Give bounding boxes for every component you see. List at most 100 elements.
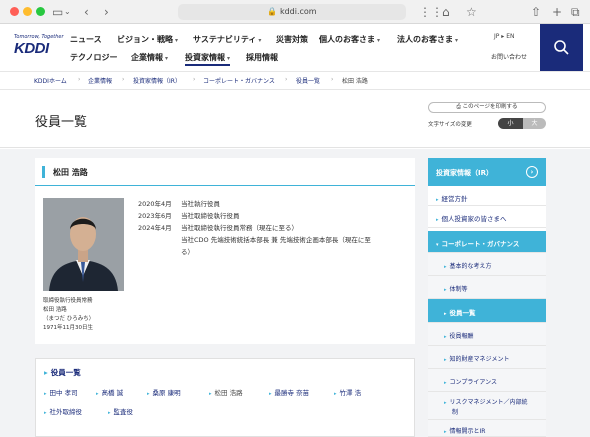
chevron-right-icon: ▸ <box>444 334 447 340</box>
sidebar-subitem-compensation[interactable]: ▸ 役員報酬 <box>428 323 546 346</box>
caption-title: 取締役執行役員常務 <box>43 298 93 304</box>
sidebar-subitem-ip[interactable]: ▸ 知的財産マネジメント <box>428 346 546 369</box>
history-text: 当社執行役員 <box>181 200 220 208</box>
address-bar[interactable]: 🔒 kddi.com <box>178 4 406 20</box>
share-icon[interactable]: ⇧ <box>531 3 541 21</box>
officer-list-title: ▸ 役員一覧 <box>44 368 81 377</box>
officer-link[interactable]: ▸ 田中 孝司 <box>44 387 78 397</box>
print-button[interactable]: ⎙ このページを印刷する <box>428 102 546 113</box>
chevron-right-icon: ▸ <box>444 287 447 293</box>
nav-corporate[interactable]: 企業情報 ▾ <box>131 52 168 63</box>
chevron-down-icon[interactable]: ⌄ <box>64 3 71 21</box>
contact-link[interactable]: お問い合わせ <box>491 52 527 61</box>
sidebar-subitem-structure[interactable]: ▸ 体制等 <box>428 276 546 299</box>
chevron-right-icon: ▸ <box>269 391 272 397</box>
breadcrumb-officers[interactable]: 役員一覧 <box>296 76 320 85</box>
sidebar-subitem-basic-policy[interactable]: ▸ 基本的な考え方 <box>428 253 546 276</box>
nav-sustainability[interactable]: サステナビリティ ▾ <box>193 34 261 45</box>
forward-icon[interactable]: › <box>104 3 109 21</box>
search-button[interactable] <box>540 24 583 71</box>
font-size-large-button[interactable]: 大 <box>523 118 546 129</box>
history-date: 2024年4月 <box>138 224 172 232</box>
sidebar-subitem-officers[interactable]: ▸ 役員一覧 <box>428 299 546 323</box>
back-icon[interactable]: ‹ <box>84 3 89 21</box>
chevron-right-icon: ▸ <box>44 391 47 397</box>
history-text: 当社CDO 先端技術統括本部長 兼 先端技術企画本部長（現在に至 <box>181 236 371 244</box>
sidebar-item-individual-investors[interactable]: ▸ 個人投資家の皆さまへ <box>428 206 546 228</box>
profile-name: 松田 浩路 <box>53 168 88 177</box>
breadcrumb-separator: › <box>78 76 81 83</box>
chevron-right-icon: ▸ <box>444 357 447 363</box>
officer-list: ▸ 役員一覧 ▸ 田中 孝司 ▸ 髙橋 誠 ▸ 桑原 康明 ▸ 松田 浩路 ▸ 最勝寺 奈苗… <box>35 358 415 437</box>
officer-link[interactable]: ▸ 最勝寺 奈苗 <box>269 387 309 397</box>
officer-link[interactable]: ▸ 桑原 康明 <box>147 387 181 397</box>
nav-business[interactable]: 法人のお客さま ▾ <box>397 34 458 45</box>
profile-card: 松田 浩路 取締役執行役員常務 松田 浩路 （まつだ ひろみち） 1971年11… <box>35 158 415 344</box>
close-window-button[interactable] <box>10 7 19 16</box>
sidebar-icon[interactable]: ▭ <box>52 3 63 21</box>
site-header <box>0 24 590 71</box>
officer-link-current[interactable]: ▸ 松田 浩路 <box>209 387 243 397</box>
search-icon <box>554 40 569 55</box>
bullet-icon: ▸ <box>44 368 48 377</box>
sidebar-header[interactable]: 投資家情報（IR） › <box>428 158 546 186</box>
history-date: 2020年4月 <box>138 200 172 208</box>
extensions-grid-icon[interactable]: ⋮⋮ <box>419 3 443 21</box>
tabs-overview-icon[interactable]: ⧉ <box>571 3 580 21</box>
font-size-label: 文字サイズの変更 <box>428 122 472 128</box>
nav-news[interactable]: ニュース <box>70 34 102 45</box>
chevron-right-icon: ▸ <box>444 429 447 435</box>
sidebar-item-policy[interactable]: ▸ 経営方針 <box>428 186 546 206</box>
language-switch[interactable]: JP ▸ EN <box>494 33 515 40</box>
profile-header: 松田 浩路 <box>35 158 415 186</box>
nav-disaster[interactable]: 災害対策 <box>276 34 308 45</box>
sidebar-subitem-risk[interactable]: ▸ リスクマネジメント／内部統制 <box>428 392 546 420</box>
arrow-right-circle-icon: › <box>526 166 538 178</box>
browser-toolbar: ▭ ⌄ ‹ › 🔒 kddi.com ⋮⋮ ⌂ ☆ ⇧ + ⧉ <box>0 0 590 24</box>
nav-investor[interactable]: 投資家情報 ▾ <box>185 52 231 66</box>
home-icon[interactable]: ⌂ <box>442 3 450 21</box>
zoom-window-button[interactable] <box>36 7 45 16</box>
portrait-photo <box>43 198 124 291</box>
minimize-window-button[interactable] <box>23 7 32 16</box>
history-text: る） <box>181 248 194 256</box>
nav-personal[interactable]: 個人のお客さま ▾ <box>319 34 380 45</box>
sidebar-subitem-disclosure[interactable]: ▸ 情報開示とIR <box>428 420 546 437</box>
new-tab-icon[interactable]: + <box>552 3 562 21</box>
breadcrumb: KDDIホーム › 企業情報 › 投資家情報（IR） › コーポレート・ガバナン… <box>0 71 590 90</box>
font-size-small-button[interactable]: 小 <box>498 118 523 129</box>
nav-recruit[interactable]: 採用情報 <box>246 52 278 63</box>
accent-bar <box>42 166 45 178</box>
chevron-right-icon: ▸ <box>44 410 47 416</box>
url-text: kddi.com <box>279 7 317 16</box>
breadcrumb-corporate[interactable]: 企業情報 <box>88 76 112 85</box>
breadcrumb-home[interactable]: KDDIホーム <box>34 76 67 85</box>
chevron-right-icon: ▸ <box>96 391 99 397</box>
nav-technology[interactable]: テクノロジー <box>70 52 118 63</box>
chevron-right-icon: ▸ <box>436 217 439 223</box>
breadcrumb-governance[interactable]: コーポレート・ガバナンス <box>203 76 275 85</box>
chevron-down-icon: ▾ <box>436 242 439 248</box>
chevron-right-icon: ▸ <box>147 391 150 397</box>
breadcrumb-separator: › <box>193 76 196 83</box>
history-text: 当社取締役執行役員 <box>181 212 240 220</box>
kddi-logo[interactable]: KDDI <box>14 40 49 57</box>
breadcrumb-separator: › <box>331 76 334 83</box>
sidebar-item-governance[interactable]: ▾ コーポレート・ガバナンス <box>428 231 546 253</box>
history-text: 当社取締役執行役員常務（現在に至る） <box>181 224 298 232</box>
chevron-right-icon: ▸ <box>444 311 447 317</box>
star-icon[interactable]: ☆ <box>466 3 477 21</box>
breadcrumb-ir[interactable]: 投資家情報（IR） <box>133 76 181 85</box>
chevron-right-icon: ▸ <box>444 264 447 270</box>
caption-name: 松田 浩路 <box>43 307 67 313</box>
officer-link[interactable]: ▸ 竹澤 浩 <box>334 387 361 397</box>
chevron-right-icon: ▸ <box>108 410 111 416</box>
officer-link[interactable]: ▸ 髙橋 誠 <box>96 387 123 397</box>
nav-vision[interactable]: ビジョン・戦略 ▾ <box>117 34 178 45</box>
auditors-link[interactable]: ▸ 監査役 <box>108 406 133 416</box>
sidebar-subitem-compliance[interactable]: ▸ コンプライアンス <box>428 369 546 392</box>
outside-directors-link[interactable]: ▸ 社外取締役 <box>44 406 82 416</box>
caption-reading: （まつだ ひろみち） <box>43 316 95 322</box>
chevron-right-icon: ▸ <box>444 400 447 406</box>
history-date: 2023年6月 <box>138 212 172 220</box>
